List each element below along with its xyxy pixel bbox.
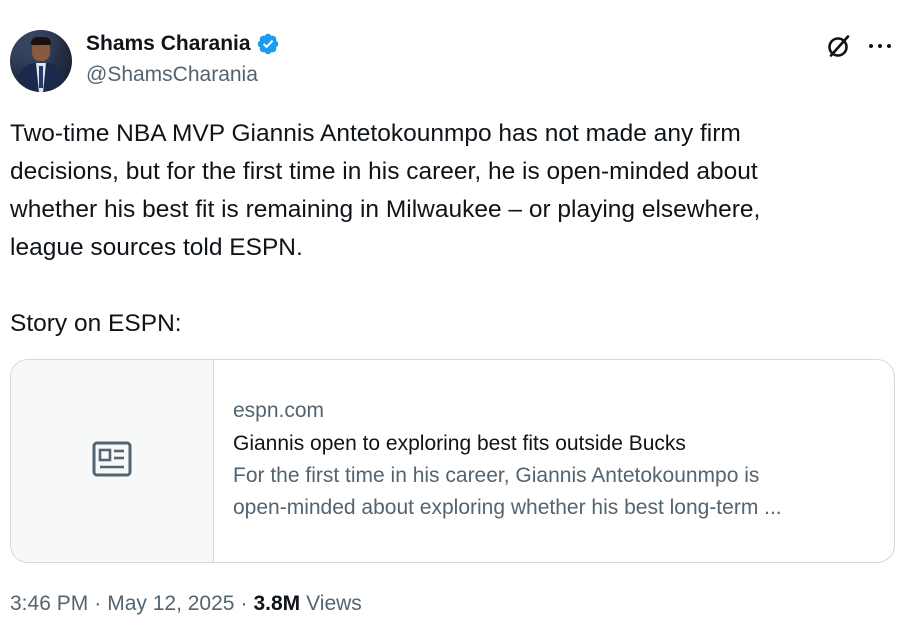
meta-separator: · [94,592,102,615]
verified-badge-icon[interactable] [256,32,280,56]
meta-separator: · [240,592,248,615]
tweet-text-line: Two-time NBA MVP Giannis Antetokounmpo h… [10,120,741,147]
author-handle[interactable]: @ShamsCharania [86,63,258,87]
grok-icon[interactable] [826,33,852,59]
tweet-meta: 3:46 PM · May 12, 2025 · 3.8M Views [10,592,362,616]
link-card-thumbnail[interactable] [11,360,214,562]
link-card-description-line: For the first time in his career, Gianni… [233,464,760,487]
tweet-text-tail: Story on ESPN: [10,310,182,337]
more-options-icon[interactable] [868,34,892,58]
views-count[interactable]: 3.8M [253,592,300,616]
tweet-time[interactable]: 3:46 PM [10,592,88,616]
author-name-row: Shams Charania [86,32,280,56]
tweet-text-line: league sources told ESPN. [10,234,303,261]
link-card-domain: espn.com [233,399,325,422]
link-card-title: Giannis open to exploring best fits outs… [233,432,686,455]
link-card-description-line: open-minded about exploring whether his … [233,496,782,519]
author-display-name[interactable]: Shams Charania [86,32,251,56]
tweet-text-line: whether his best fit is remaining in Mil… [10,196,761,223]
tweet-text-line: decisions, but for the first time in his… [10,158,758,185]
link-card-description: For the first time in his career, Gianni… [233,460,883,524]
tweet: Shams Charania @ShamsCharania Two-time N… [0,0,916,643]
views-label: Views [306,592,362,615]
news-article-icon [92,441,132,482]
tweet-text: Two-time NBA MVP Giannis Antetokounmpo h… [10,115,906,343]
avatar[interactable] [10,30,72,92]
link-card[interactable]: espn.com Giannis open to exploring best … [10,359,895,563]
link-card-body: espn.com Giannis open to exploring best … [233,396,883,524]
tweet-date[interactable]: May 12, 2025 [107,592,234,616]
